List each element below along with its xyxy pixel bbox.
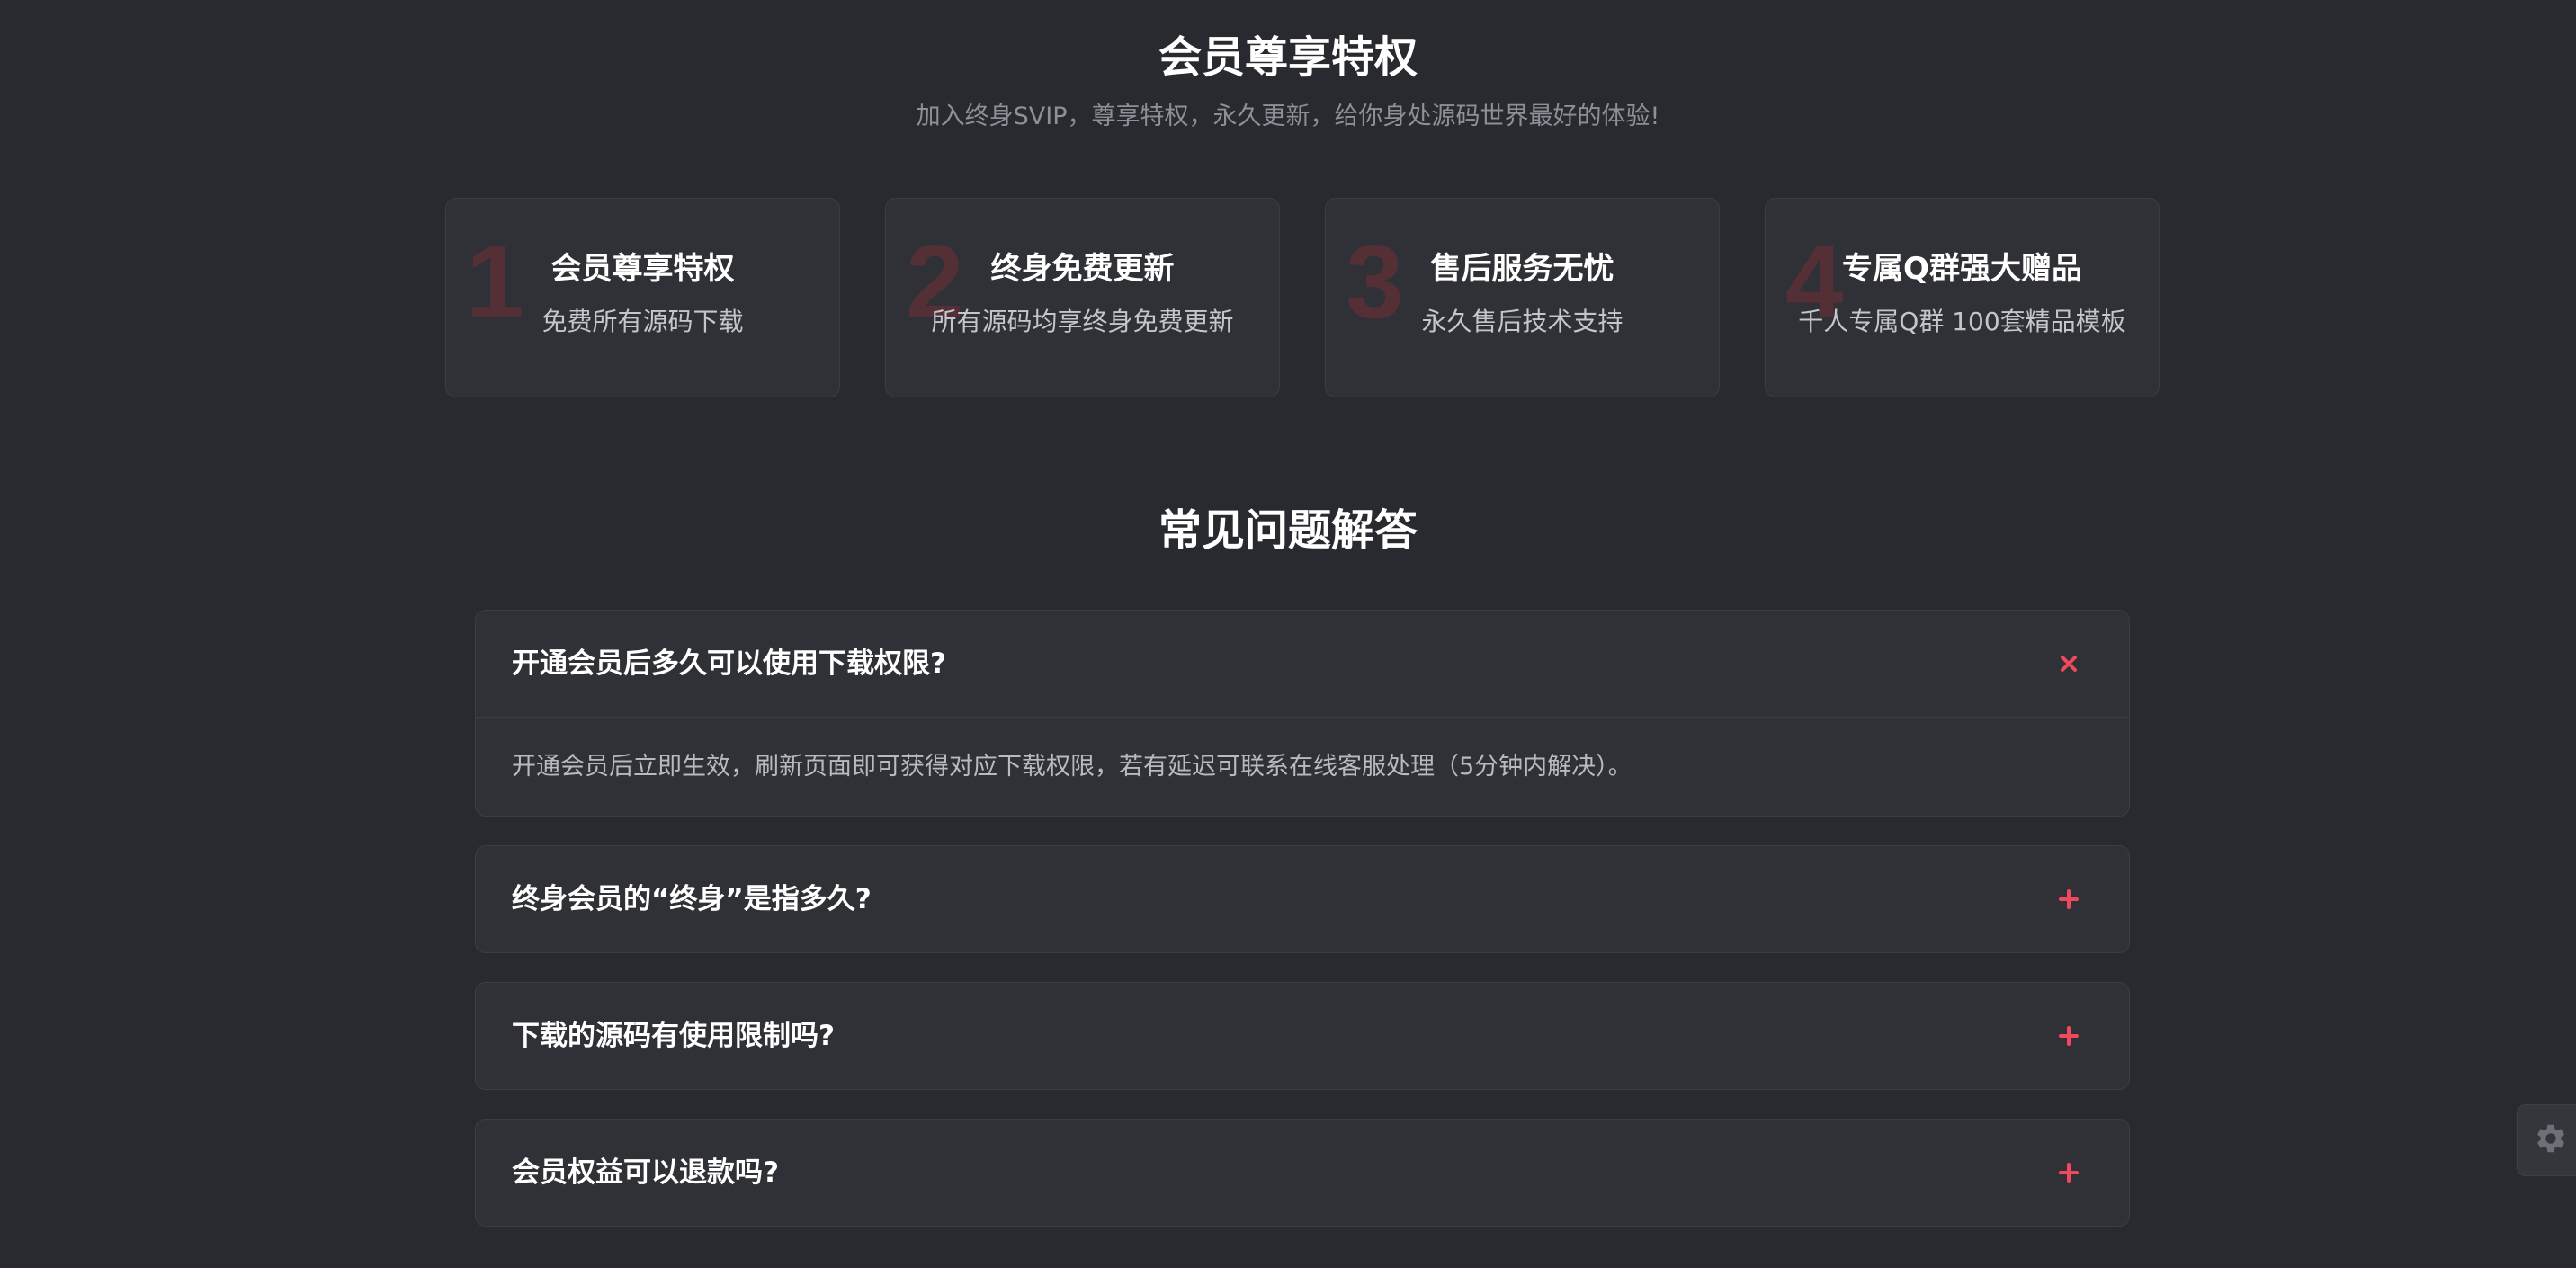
plus-icon[interactable] <box>2055 1159 2082 1186</box>
faq-list: 开通会员后多久可以使用下载权限? 开通会员后立即生效，刷新页面即可获得对应下载权… <box>475 610 2130 1255</box>
page: 会员尊享特权 加入终身SVIP，尊享特权，永久更新，给你身处源码世界最好的体验!… <box>0 0 2576 1268</box>
faq-item-4: 会员权益可以退款吗? <box>475 1119 2130 1227</box>
settings-button[interactable] <box>2517 1104 2576 1176</box>
privilege-card-1: 1 会员尊享特权 免费所有源码下载 <box>445 198 840 397</box>
card-title: 终身免费更新 <box>990 251 1175 287</box>
faq-question-header[interactable]: 下载的源码有使用限制吗? <box>476 983 2129 1089</box>
privileges-title: 会员尊享特权 <box>1158 32 1418 83</box>
faq-item-2: 终身会员的“终身”是指多久? <box>475 845 2130 953</box>
close-icon[interactable] <box>2055 650 2082 677</box>
card-title: 售后服务无忧 <box>1430 251 1614 287</box>
faq-question-text: 下载的源码有使用限制吗? <box>512 1020 835 1052</box>
faq-question-text: 会员权益可以退款吗? <box>512 1156 779 1189</box>
faq-answer: 开通会员后立即生效，刷新页面即可获得对应下载权限，若有延迟可联系在线客服处理（5… <box>476 717 2129 816</box>
faq-question-header[interactable]: 开通会员后多久可以使用下载权限? <box>476 611 2129 717</box>
privilege-card-4: 4 专属Q群强大赠品 千人专属Q群 100套精品模板 <box>1765 198 2160 397</box>
privileges-subtitle: 加入终身SVIP，尊享特权，永久更新，给你身处源码世界最好的体验! <box>916 103 1660 130</box>
faq-question-header[interactable]: 会员权益可以退款吗? <box>476 1120 2129 1226</box>
faq-question-text: 开通会员后多久可以使用下载权限? <box>512 647 946 680</box>
plus-icon[interactable] <box>2055 886 2082 913</box>
gear-icon <box>2534 1121 2568 1159</box>
card-title: 专属Q群强大赠品 <box>1842 251 2082 287</box>
faq-title: 常见问题解答 <box>1158 505 1418 556</box>
card-description: 千人专属Q群 100套精品模板 <box>1798 307 2126 336</box>
privilege-cards: 1 会员尊享特权 免费所有源码下载 2 终身免费更新 所有源码均享终身免费更新 … <box>445 198 2160 399</box>
faq-question-text: 终身会员的“终身”是指多久? <box>512 883 872 915</box>
plus-icon[interactable] <box>2055 1022 2082 1049</box>
card-description: 免费所有源码下载 <box>541 307 744 336</box>
faq-question-header[interactable]: 终身会员的“终身”是指多久? <box>476 846 2129 952</box>
faq-item-3: 下载的源码有使用限制吗? <box>475 982 2130 1090</box>
card-description: 永久售后技术支持 <box>1421 307 1623 336</box>
faq-item-1: 开通会员后多久可以使用下载权限? 开通会员后立即生效，刷新页面即可获得对应下载权… <box>475 610 2130 817</box>
card-description: 所有源码均享终身免费更新 <box>931 307 1234 336</box>
privilege-card-3: 3 售后服务无忧 永久售后技术支持 <box>1325 198 1720 397</box>
card-title: 会员尊享特权 <box>550 251 735 287</box>
privilege-card-2: 2 终身免费更新 所有源码均享终身免费更新 <box>885 198 1280 397</box>
